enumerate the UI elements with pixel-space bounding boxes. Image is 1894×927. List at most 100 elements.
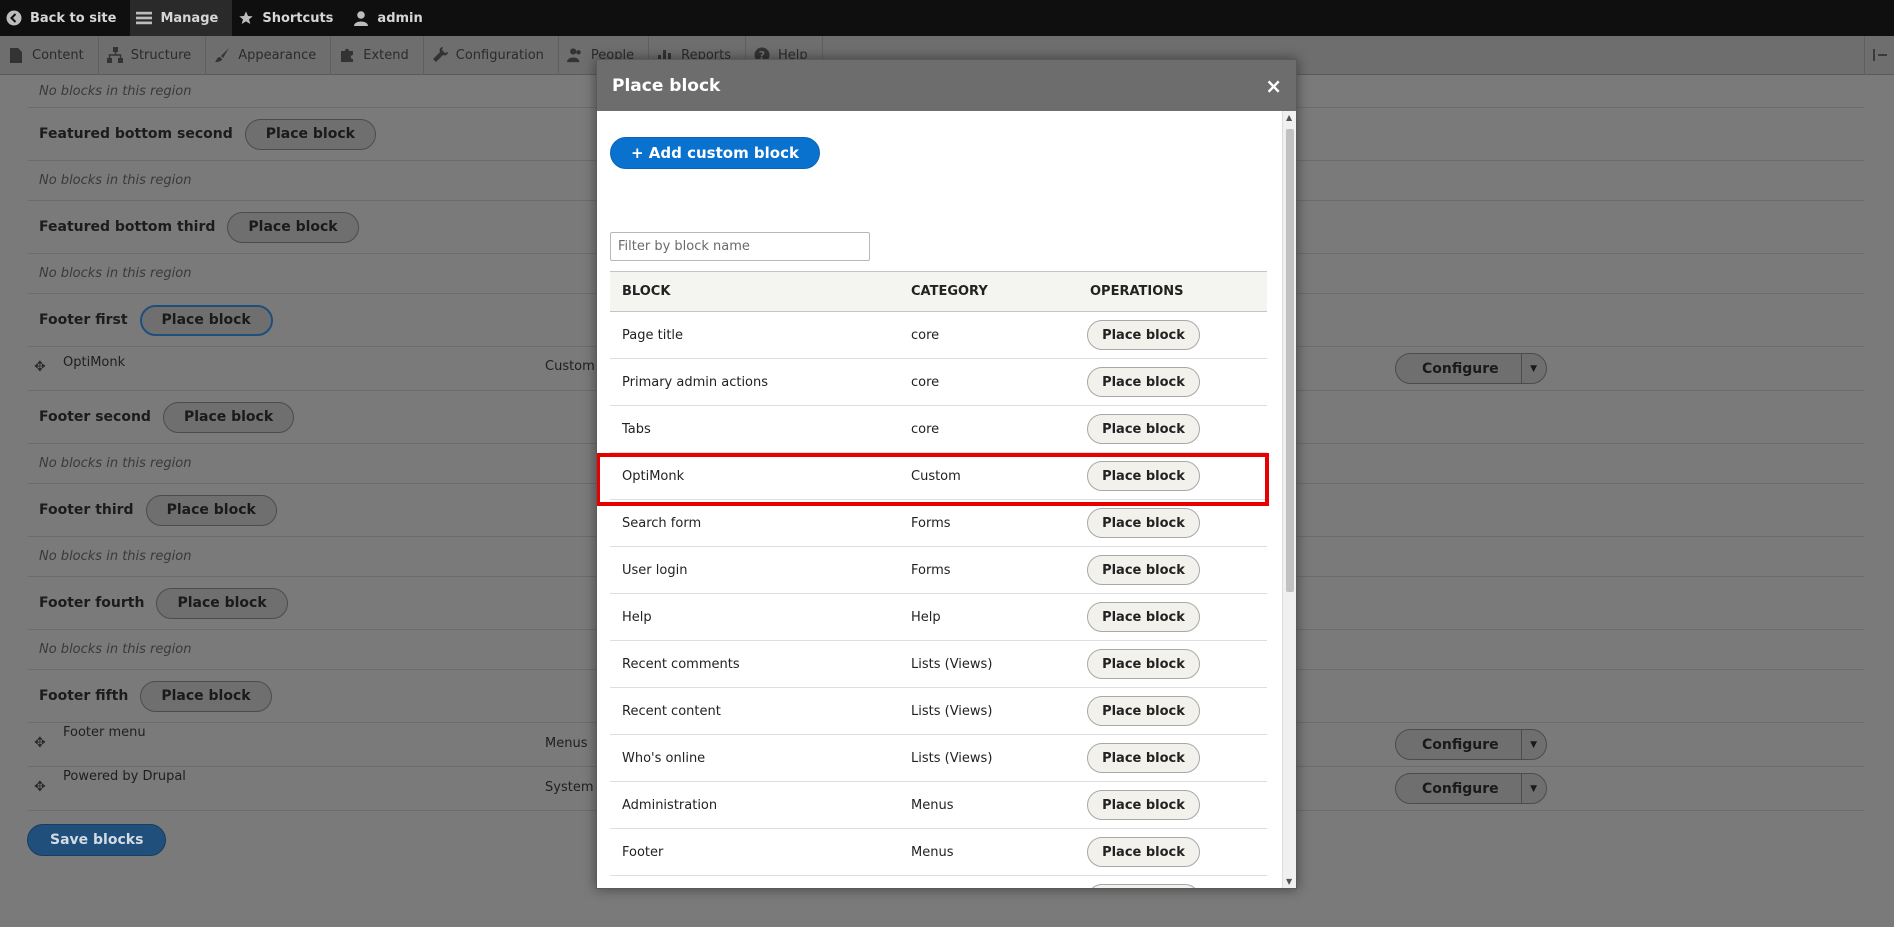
dropdown-arrow-icon[interactable]: ▼ (1522, 730, 1546, 759)
configure-dropbutton[interactable]: Configure ▼ (1395, 353, 1547, 384)
table-row: Administration Menus Place block (610, 782, 1267, 829)
place-block-button[interactable]: Place block (1087, 414, 1200, 444)
table-header: BLOCK CATEGORY OPERATIONS (610, 271, 1267, 312)
category-cell: Menus (911, 844, 954, 860)
table-row: Search form Forms Place block (610, 500, 1267, 547)
tray-configuration[interactable]: Configuration (424, 35, 559, 75)
category-cell: core (911, 421, 940, 437)
block-name-cell: Page title (622, 327, 684, 343)
block-name-cell: Who's online (622, 750, 706, 766)
place-block-button[interactable]: Place block (1087, 884, 1200, 888)
place-block-button[interactable]: Place block (1087, 320, 1200, 350)
toolbar-orientation-toggle[interactable] (1864, 36, 1894, 75)
structure-icon (106, 47, 123, 63)
table-row: Recent content Lists (Views) Place block (610, 688, 1267, 735)
manage-label: Manage (160, 10, 219, 26)
drag-handle-icon[interactable]: ✥ (34, 359, 46, 375)
tray-content[interactable]: Content (0, 35, 99, 75)
region-label: Footer third (39, 502, 134, 518)
drag-handle-icon[interactable]: ✥ (34, 735, 46, 751)
header-operations: OPERATIONS (1090, 284, 1184, 299)
category-cell: Lists (Views) (911, 703, 993, 719)
place-block-button[interactable]: Place block (244, 118, 376, 150)
scroll-up-icon[interactable]: ▲ (1286, 113, 1292, 122)
table-row: Footer Menus Place block (610, 829, 1267, 876)
configure-button[interactable]: Configure (1396, 354, 1522, 383)
header-category: CATEGORY (911, 284, 988, 299)
place-block-button[interactable]: Place block (1087, 837, 1200, 867)
block-name-cell: Primary admin actions (622, 374, 769, 390)
scroll-down-icon[interactable]: ▼ (1286, 877, 1292, 886)
table-row: Tabs core Place block (610, 406, 1267, 453)
block-name: OptiMonk (63, 355, 126, 370)
configure-dropbutton[interactable]: Configure ▼ (1395, 773, 1547, 804)
manage-tab[interactable]: Manage (130, 0, 233, 36)
dropdown-arrow-icon[interactable]: ▼ (1522, 354, 1546, 383)
block-category: System (545, 780, 594, 795)
user-label: admin (377, 10, 423, 26)
block-category: Custom (545, 359, 595, 374)
place-block-button[interactable]: Place block (1087, 367, 1200, 397)
category-cell: Custom (911, 468, 961, 484)
table-row: Who's online Lists (Views) Place block (610, 735, 1267, 782)
save-blocks-button[interactable]: Save blocks (27, 824, 167, 856)
place-block-button[interactable]: Place block (162, 401, 295, 433)
place-block-button[interactable]: Place block (1087, 602, 1200, 632)
dropdown-arrow-icon[interactable]: ▼ (1522, 774, 1546, 803)
block-name: Footer menu (63, 725, 146, 740)
place-block-button[interactable]: Place block (1087, 649, 1200, 679)
add-custom-block-button[interactable]: + Add custom block (610, 137, 820, 169)
table-row: Main navigationMenusPlace block (610, 876, 1267, 888)
place-block-button[interactable]: Place block (1087, 508, 1200, 538)
scrollbar-thumb[interactable] (1286, 129, 1294, 592)
table-row: Help Help Place block (610, 594, 1267, 641)
tray-structure[interactable]: Structure (99, 35, 207, 75)
place-block-button[interactable]: Place block (1087, 743, 1200, 773)
dialog-body: + Add custom block BLOCK CATEGORY OPERAT… (597, 111, 1282, 888)
empty-region-text: No blocks in this region (39, 173, 192, 188)
table-row: Recent comments Lists (Views) Place block (610, 641, 1267, 688)
place-block-button[interactable]: Place block (1087, 696, 1200, 726)
block-category: Menus (545, 736, 588, 751)
dialog-scrollbar[interactable]: ▲ ▼ (1282, 111, 1296, 888)
category-cell: core (911, 327, 940, 343)
tray-appearance[interactable]: Appearance (206, 35, 332, 75)
place-block-button[interactable]: Place block (156, 587, 288, 619)
tray-extend[interactable]: Extend (331, 35, 424, 75)
document-icon (8, 47, 24, 63)
place-block-button[interactable]: Place block (227, 211, 359, 243)
tray-content-label: Content (32, 47, 84, 63)
place-block-button[interactable]: Place block (1087, 461, 1200, 491)
tray-structure-label: Structure (130, 47, 192, 63)
category-cell: Forms (911, 562, 951, 578)
back-to-site-label: Back to site (30, 10, 117, 26)
empty-region-text: No blocks in this region (39, 549, 192, 564)
table-row: OptiMonk Custom Place block (597, 453, 1269, 506)
region-label: Footer fourth (39, 595, 145, 611)
back-arrow-icon (6, 10, 22, 26)
place-block-button[interactable]: Place block (145, 494, 277, 526)
region-label: Featured bottom third (39, 219, 216, 235)
place-block-button[interactable]: Place block (139, 304, 273, 336)
place-block-button[interactable]: Place block (1087, 555, 1200, 585)
empty-region-text: No blocks in this region (39, 266, 192, 281)
hamburger-icon (136, 10, 153, 26)
back-to-site-link[interactable]: Back to site (0, 0, 130, 36)
empty-region-text: No blocks in this region (39, 83, 192, 99)
shortcuts-tab[interactable]: Shortcuts (232, 0, 347, 36)
drag-handle-icon[interactable]: ✥ (34, 779, 46, 795)
place-block-button[interactable]: Place block (140, 680, 272, 712)
tray-extend-label: Extend (363, 47, 409, 63)
block-name-cell: Help (622, 609, 652, 625)
place-block-dialog: Place block × + Add custom block BLOCK C… (596, 59, 1297, 889)
puzzle-icon (339, 47, 355, 63)
user-tab[interactable]: admin (347, 0, 436, 36)
filter-block-input[interactable] (610, 232, 870, 261)
configure-dropbutton[interactable]: Configure ▼ (1395, 729, 1547, 760)
dialog-title: Place block (612, 75, 721, 96)
configure-button[interactable]: Configure (1396, 730, 1522, 759)
close-icon[interactable]: × (1265, 76, 1282, 96)
dialog-header: Place block × (597, 60, 1296, 111)
place-block-button[interactable]: Place block (1087, 790, 1200, 820)
configure-button[interactable]: Configure (1396, 774, 1522, 803)
